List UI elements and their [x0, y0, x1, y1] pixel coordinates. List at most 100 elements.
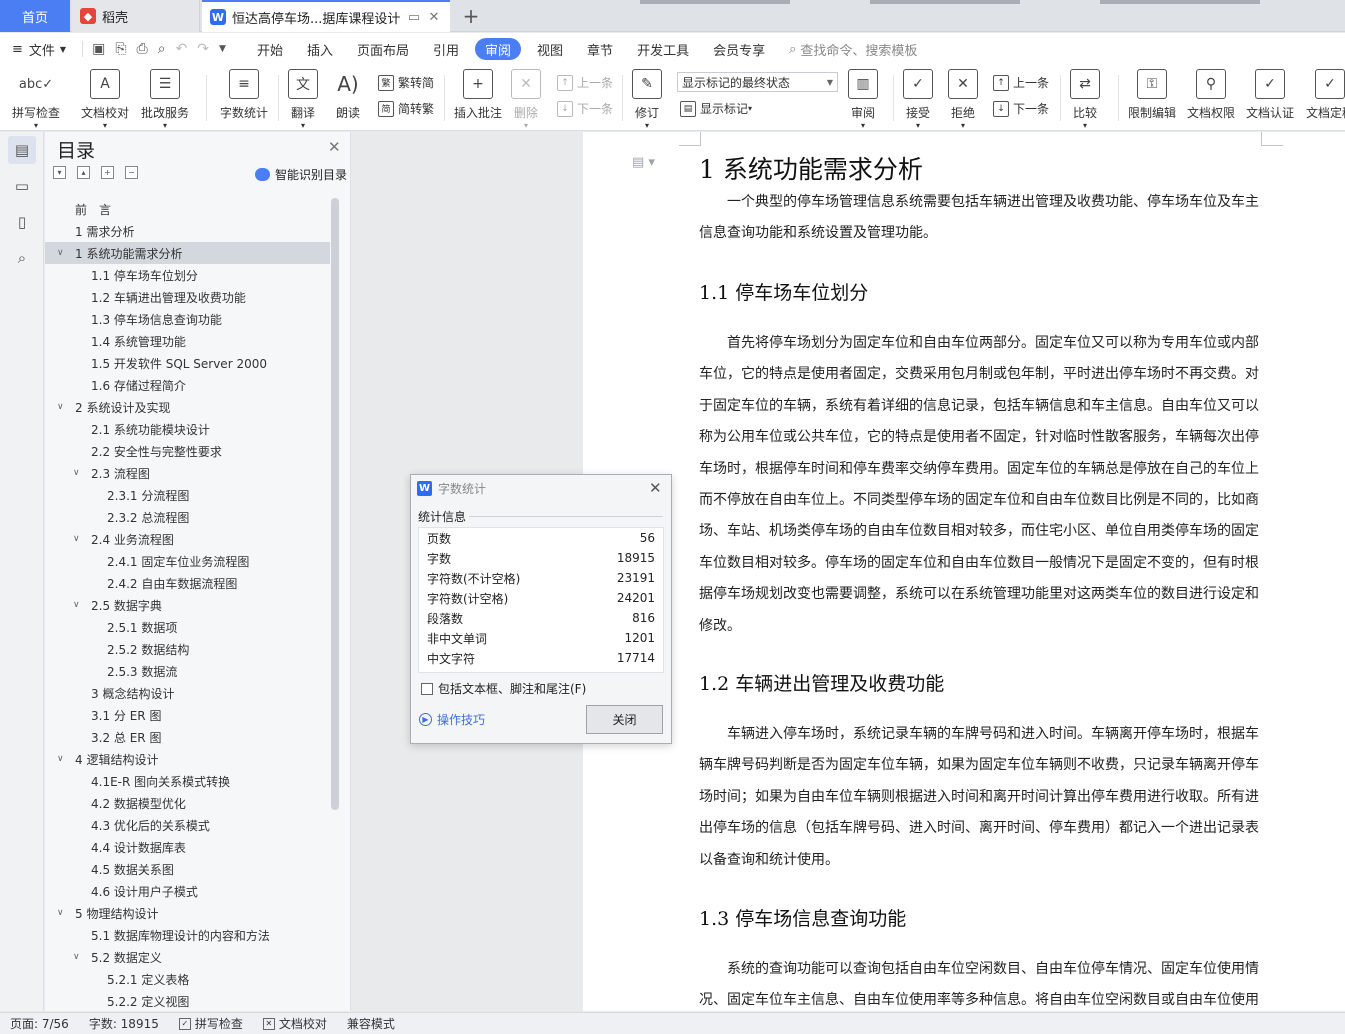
word-count-indicator[interactable]: 字数: 18915 — [79, 1015, 169, 1032]
export-icon[interactable]: ⎘ — [110, 41, 131, 57]
paragraph-tool-icon[interactable]: ▤ ▾ — [632, 155, 655, 170]
menu-review[interactable]: 审阅 — [475, 38, 522, 60]
show-markup-button[interactable]: ▤ 显示标记 ▾ — [680, 100, 752, 117]
toc-item[interactable]: 2.4.1 固定车位业务流程图 — [45, 550, 330, 572]
toc-item[interactable]: ∨ 2.3 流程图 — [45, 462, 330, 484]
toc-item[interactable]: 5.2.1 定义表格 — [45, 968, 330, 990]
toc-view-icon[interactable]: ▤ — [8, 136, 36, 164]
toc-item[interactable]: ∨ 4 逻辑结构设计 — [45, 748, 330, 770]
print-preview-icon[interactable]: ⌕ — [153, 41, 171, 57]
toc-item[interactable]: ∨ 5.2 数据定义 — [45, 946, 330, 968]
toc-item[interactable]: 1.5 开发软件 SQL Server 2000 — [45, 352, 330, 374]
close-button[interactable]: 关闭 — [586, 705, 663, 734]
chevron-down-icon[interactable]: ▾ — [961, 121, 965, 130]
expand-level-icon[interactable]: ▴ — [77, 166, 90, 179]
menu-member[interactable]: 会员专享 — [701, 38, 777, 60]
accept-button[interactable]: ✓ 接受 ▾ — [903, 69, 933, 130]
toc-item[interactable]: 2.3.1 分流程图 — [45, 484, 330, 506]
tab-document[interactable]: W 恒达高停车场...据库课程设计 ▭ ✕ — [202, 0, 450, 32]
chevron-down-icon[interactable]: ∨ — [73, 952, 85, 962]
toc-item[interactable]: 1.6 存储过程简介 — [45, 374, 330, 396]
toc-item[interactable]: 2.5.1 数据项 — [45, 616, 330, 638]
menu-developer[interactable]: 开发工具 — [625, 38, 701, 60]
chevron-down-icon[interactable]: ∨ — [57, 754, 69, 764]
chevron-down-icon[interactable]: ▾ — [1083, 121, 1087, 130]
chapter-nav-icon[interactable]: ▭ — [8, 172, 36, 200]
markup-mode-select[interactable]: 显示标记的最终状态 ▼ — [677, 72, 838, 92]
toc-item[interactable]: 2.5.2 数据结构 — [45, 638, 330, 660]
expand-all-icon[interactable]: + — [101, 166, 114, 179]
page-indicator[interactable]: 页面: 7/56 — [0, 1015, 79, 1032]
smart-toc-button[interactable]: 智能识别目录 — [255, 166, 347, 183]
bookmark-icon[interactable]: ▯ — [8, 208, 36, 236]
chevron-down-icon[interactable]: ∨ — [73, 534, 85, 544]
next-change-button[interactable]: ↓ 下一条 — [993, 100, 1049, 117]
toc-item[interactable]: 2.5.3 数据流 — [45, 660, 330, 682]
toc-scrollbar[interactable] — [331, 198, 339, 810]
toc-item[interactable]: ∨ 2.5 数据字典 — [45, 594, 330, 616]
toc-item[interactable]: ∨ 5 物理结构设计 — [45, 902, 330, 924]
chevron-down-icon[interactable]: ▾ — [103, 121, 107, 130]
menu-view[interactable]: 视图 — [525, 38, 575, 60]
prev-comment-button[interactable]: ↑ 上一条 — [557, 74, 613, 91]
toc-item[interactable]: 4.3 优化后的关系模式 — [45, 814, 330, 836]
include-textbox-checkbox[interactable]: 包括文本框、脚注和尾注(F) — [421, 680, 586, 697]
doc-proof-button[interactable]: A 文档校对 ▾ — [81, 69, 129, 130]
spellcheck-status[interactable]: ✓ 拼写检查 — [169, 1015, 253, 1032]
search-icon[interactable]: ⌕ — [8, 244, 36, 272]
restrict-edit-button[interactable]: ⚿ 限制编辑 — [1128, 69, 1176, 121]
prev-change-button[interactable]: ↑ 上一条 — [993, 74, 1049, 91]
dialog-titlebar[interactable]: W 字数统计 — [411, 475, 671, 501]
word-count-button[interactable]: ≡ 字数统计 — [220, 69, 268, 121]
command-search[interactable]: ⌕ 查找命令、搜索模板 — [777, 40, 929, 59]
toc-item[interactable]: 4.4 设计数据库表 — [45, 836, 330, 858]
menu-page-layout[interactable]: 页面布局 — [345, 38, 421, 60]
quick-access-more-icon[interactable]: ▼ — [214, 44, 231, 54]
close-tab-icon[interactable]: ✕ — [426, 9, 442, 25]
doc-rights-button[interactable]: ⚲ 文档权限 — [1187, 69, 1235, 121]
batch-service-button[interactable]: ☰ 批改服务 ▾ — [141, 69, 189, 130]
toc-item[interactable]: 2.2 安全性与完整性要求 — [45, 440, 330, 462]
tab-home[interactable]: 首页 — [0, 0, 70, 32]
toc-item[interactable]: 5.2.2 定义视图 — [45, 990, 330, 1010]
toc-item[interactable]: 3.1 分 ER 图 — [45, 704, 330, 726]
chevron-down-icon[interactable]: ▾ — [748, 104, 752, 113]
insert-comment-button[interactable]: + 插入批注 — [454, 69, 502, 121]
chevron-down-icon[interactable]: ▾ — [645, 121, 649, 130]
compare-button[interactable]: ⇄ 比较 ▾ — [1070, 69, 1100, 130]
chevron-down-icon[interactable]: ▾ — [301, 121, 305, 130]
toc-item[interactable]: 1.3 停车场信息查询功能 — [45, 308, 330, 330]
chevron-down-icon[interactable]: ▾ — [34, 121, 38, 130]
pin-tab-icon[interactable]: ▭ — [406, 9, 422, 25]
toc-item[interactable]: 5.1 数据库物理设计的内容和方法 — [45, 924, 330, 946]
read-aloud-button[interactable]: A) 朗读 — [333, 69, 363, 121]
chevron-down-icon[interactable]: ∨ — [57, 402, 69, 412]
collapse-level-icon[interactable]: ▾ — [53, 166, 66, 179]
toc-item[interactable]: 4.5 数据关系图 — [45, 858, 330, 880]
toc-item[interactable]: 2.3.2 总流程图 — [45, 506, 330, 528]
chevron-down-icon[interactable]: ▾ — [524, 121, 528, 130]
toc-item[interactable]: 1.1 停车场车位划分 — [45, 264, 330, 286]
chevron-down-icon[interactable]: ∨ — [73, 600, 85, 610]
redo-icon[interactable]: ↷ — [192, 41, 214, 57]
save-icon[interactable]: ▣ — [87, 41, 110, 57]
chevron-down-icon[interactable]: ▾ — [163, 121, 167, 130]
toc-item[interactable]: 2.1 系统功能模块设计 — [45, 418, 330, 440]
reject-button[interactable]: ✕ 拒绝 ▾ — [948, 69, 978, 130]
toc-item[interactable]: 3 概念结构设计 — [45, 682, 330, 704]
toc-item[interactable]: ∨ 2 系统设计及实现 — [45, 396, 330, 418]
close-icon[interactable]: ✕ — [328, 138, 341, 156]
toc-item[interactable]: 2.4.2 自由车数据流程图 — [45, 572, 330, 594]
simp-to-trad-button[interactable]: 简 简转繁 — [378, 100, 434, 117]
toc-item[interactable]: 4.1E-R 图向关系模式转换 — [45, 770, 330, 792]
toc-item[interactable]: ∨ 2.4 业务流程图 — [45, 528, 330, 550]
spellcheck-button[interactable]: abc✓ 拼写检查 ▾ — [12, 69, 60, 130]
toc-item[interactable]: 4.6 设计用户子模式 — [45, 880, 330, 902]
menu-insert[interactable]: 插入 — [295, 38, 345, 60]
toc-item[interactable]: 4.2 数据模型优化 — [45, 792, 330, 814]
next-comment-button[interactable]: ↓ 下一条 — [557, 100, 613, 117]
proof-status[interactable]: ✕ 文档校对 — [253, 1015, 337, 1032]
toc-item[interactable]: 1 需求分析 — [45, 220, 330, 242]
chevron-down-icon[interactable]: ∨ — [73, 468, 85, 478]
file-menu[interactable]: ≡ 文件 ▼ — [0, 38, 78, 60]
